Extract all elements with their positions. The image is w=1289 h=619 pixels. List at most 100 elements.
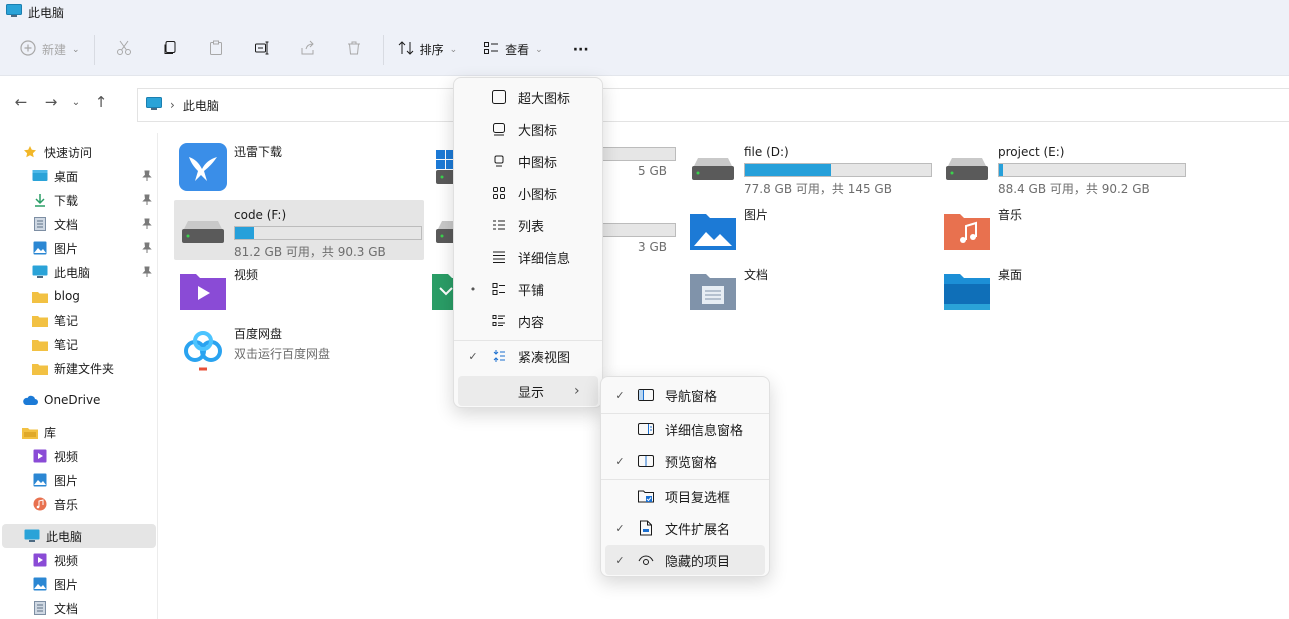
tile-documents[interactable]: 文档 (684, 260, 934, 320)
delete-button[interactable] (331, 33, 377, 67)
menu-item-label: 详细信息 (518, 251, 571, 267)
sidebar-label: 此电脑 (46, 529, 83, 544)
drive-space-text: 77.8 GB 可用，共 145 GB (744, 182, 892, 196)
tile-videos[interactable]: 视频 (174, 260, 424, 320)
tile-name: 音乐 (998, 208, 1023, 222)
view-button[interactable]: 查看 ⌄ (475, 33, 551, 67)
videos-folder-icon (178, 265, 228, 315)
list-icon (488, 215, 510, 235)
navigation-pane-icon (635, 385, 657, 405)
sidebar-item-downloads[interactable]: 下载 (32, 188, 156, 212)
tile-drive-e[interactable]: project (E:) 88.4 GB 可用，共 90.2 GB (938, 137, 1188, 197)
sidebar-item-pc-documents[interactable]: 文档 (32, 596, 156, 619)
sidebar-item-this-pc-pinned[interactable]: 此电脑 (32, 260, 156, 284)
sidebar-item-pc-videos[interactable]: 视频 (32, 548, 156, 572)
menu-item-medium-icons[interactable]: 中图标 (458, 146, 598, 176)
scissors-icon (116, 40, 132, 59)
sidebar-label: 图片 (54, 577, 79, 592)
menu-item-navigation-pane[interactable]: ✓ 导航窗格 (605, 380, 765, 410)
folder-icon (32, 288, 48, 304)
music-folder-icon (942, 205, 992, 255)
up-button[interactable]: ↑ (86, 87, 116, 117)
window-title: 此电脑 (28, 5, 65, 20)
back-button[interactable]: ← (6, 87, 36, 117)
address-bar[interactable]: › 此电脑 (137, 88, 1289, 122)
sidebar-label: 笔记 (54, 313, 79, 328)
arrow-right-icon: → (44, 93, 58, 111)
tile-baidu-netdisk[interactable]: 百度网盘 双击运行百度网盘 (174, 319, 424, 379)
clipboard-icon (208, 40, 224, 59)
sidebar-item-notes-1[interactable]: 笔记 (32, 308, 156, 332)
menu-item-item-check-boxes[interactable]: 项目复选框 (605, 481, 765, 511)
sidebar-item-blog[interactable]: blog (32, 284, 156, 308)
menu-item-hidden-items[interactable]: ✓ 隐藏的项目 (605, 545, 765, 575)
sidebar-label: 新建文件夹 (54, 361, 115, 376)
sidebar-item-quick-access[interactable]: 快速访问 (22, 140, 156, 164)
arrow-up-icon: ↑ (94, 93, 108, 111)
tiles-icon (488, 279, 510, 299)
sidebar-item-pc-pictures[interactable]: 图片 (32, 572, 156, 596)
menu-item-label: 内容 (518, 315, 545, 331)
menu-item-label: 详细信息窗格 (665, 423, 744, 439)
sidebar-item-library-pictures[interactable]: 图片 (32, 468, 156, 492)
new-button[interactable]: 新建 ⌄ (12, 33, 88, 67)
share-button[interactable] (285, 33, 331, 67)
menu-item-label: 列表 (518, 219, 545, 235)
menu-item-label: 项目复选框 (665, 490, 731, 506)
menu-item-mark: • (469, 282, 477, 296)
sidebar-label: blog (54, 289, 80, 303)
menu-item-label: 隐藏的项目 (665, 554, 731, 570)
drive-icon (688, 142, 738, 192)
sidebar-item-onedrive[interactable]: OneDrive (22, 388, 156, 412)
drive-space-text: 88.4 GB 可用，共 90.2 GB (998, 182, 1150, 196)
sidebar-item-notes-2[interactable]: 笔记 (32, 332, 156, 356)
sidebar-item-library-music[interactable]: 音乐 (32, 492, 156, 516)
forward-button[interactable]: → (36, 87, 66, 117)
menu-item-details[interactable]: 详细信息 (458, 242, 598, 272)
large-icons-icon (488, 119, 510, 139)
sidebar-item-this-pc[interactable]: 此电脑 (2, 524, 156, 548)
sidebar-item-desktop[interactable]: 桌面 (32, 164, 156, 188)
paste-button[interactable] (193, 33, 239, 67)
menu-item-large-icons[interactable]: 大图标 (458, 114, 598, 144)
computer-icon (146, 96, 162, 114)
tile-xunlei[interactable]: 迅雷下载 (174, 137, 424, 197)
menu-item-details-pane[interactable]: 详细信息窗格 (605, 414, 765, 444)
sidebar-item-documents[interactable]: 文档 (32, 212, 156, 236)
tile-music[interactable]: 音乐 (938, 200, 1188, 260)
tile-desktop[interactable]: 桌面 (938, 260, 1188, 320)
menu-item-small-icons[interactable]: 小图标 (458, 178, 598, 208)
menu-item-show[interactable]: 显示 › (458, 376, 598, 406)
menu-item-preview-pane[interactable]: ✓ 预览窗格 (605, 446, 765, 476)
menu-item-list[interactable]: 列表 (458, 210, 598, 240)
xunlei-app-icon (178, 142, 228, 192)
menu-item-file-extensions[interactable]: ✓ 文件扩展名 (605, 513, 765, 543)
breadcrumb-this-pc[interactable]: 此电脑 (183, 97, 219, 114)
cut-button[interactable] (101, 33, 147, 67)
sidebar-item-library[interactable]: 库 (22, 420, 156, 444)
arrow-left-icon: ← (14, 93, 28, 111)
folder-icon (32, 312, 48, 328)
pin-icon (142, 242, 152, 257)
rename-button[interactable] (239, 33, 285, 67)
tile-pictures[interactable]: 图片 (684, 200, 934, 260)
copy-button[interactable] (147, 33, 193, 67)
tile-drive-d[interactable]: file (D:) 77.8 GB 可用，共 145 GB (684, 137, 934, 197)
menu-item-content[interactable]: 内容 (458, 306, 598, 336)
sort-button[interactable]: 排序 ⌄ (390, 33, 466, 67)
cloud-icon (22, 392, 38, 408)
menu-item-extra-large-icons[interactable]: 超大图标 (458, 82, 598, 112)
video-icon (32, 552, 48, 568)
sidebar-item-new-folder[interactable]: 新建文件夹 (32, 356, 156, 380)
menu-item-tiles[interactable]: • 平铺 (458, 274, 598, 304)
computer-icon (6, 3, 22, 21)
sidebar-label: 音乐 (54, 497, 79, 512)
video-icon (32, 448, 48, 464)
menu-item-compact-view[interactable]: ✓ 紧凑视图 (458, 341, 598, 371)
more-button[interactable]: ··· (565, 33, 597, 67)
tile-drive-f[interactable]: code (F:) 81.2 GB 可用，共 90.3 GB (174, 200, 424, 260)
sidebar-item-library-videos[interactable]: 视频 (32, 444, 156, 468)
recent-locations-button[interactable]: ⌄ (66, 87, 86, 117)
sidebar-item-pictures[interactable]: 图片 (32, 236, 156, 260)
navigation-pane: 快速访问 桌面 下载 文档 图片 此电脑 blog 笔记 笔记 新建文件夹 On… (0, 133, 158, 619)
